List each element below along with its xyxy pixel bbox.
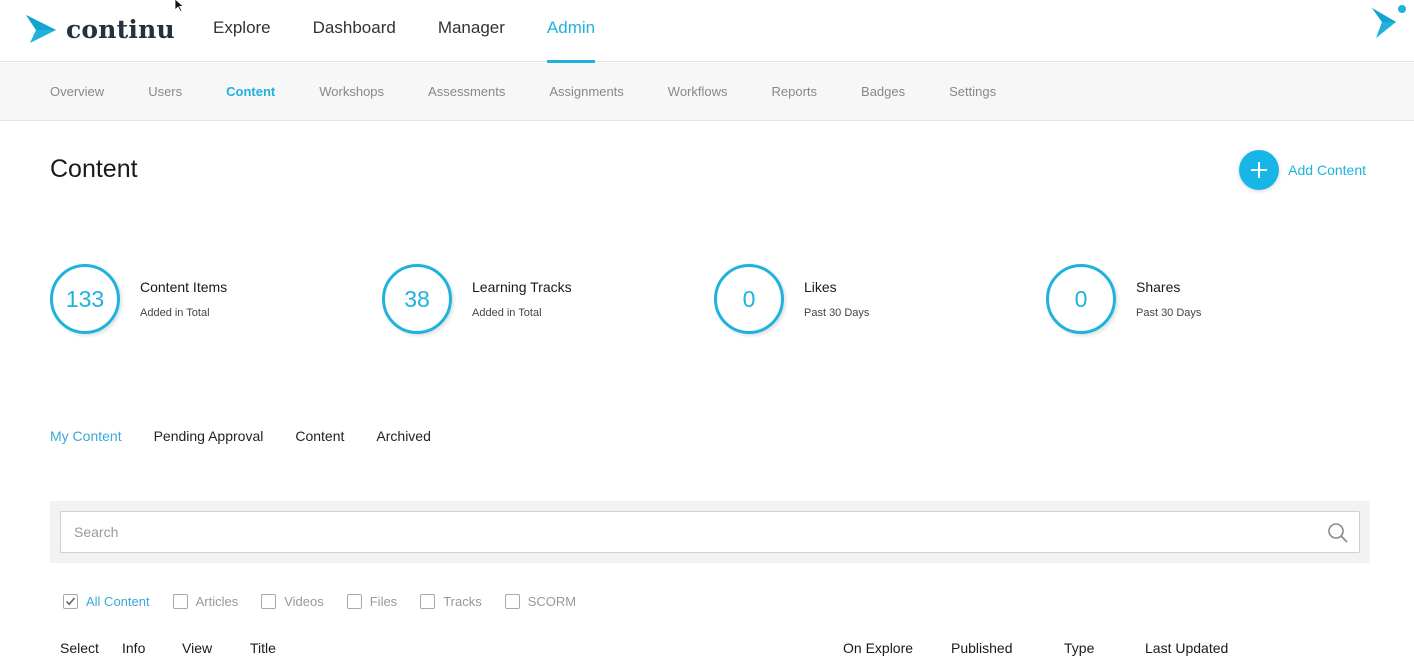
stat-label: Content Items [140, 279, 228, 295]
stat-label: Shares [1136, 279, 1181, 295]
checkbox-icon[interactable] [420, 594, 436, 609]
plus-icon [1239, 150, 1280, 190]
checkbox-icon[interactable] [346, 594, 362, 609]
filter-articles[interactable]: Articles [172, 594, 239, 609]
tab-my-content[interactable]: My Content [50, 428, 122, 444]
tab-pending-approval[interactable]: Pending Approval [154, 428, 264, 444]
subnav-settings[interactable]: Settings [949, 84, 996, 99]
nav-admin[interactable]: Admin [546, 0, 596, 63]
stat-label: Learning Tracks [472, 279, 572, 295]
stat-sublabel: Past 30 Days [1136, 307, 1202, 319]
filter-label: Videos [284, 594, 324, 609]
stat-value-circle: 0 [714, 264, 784, 334]
subnav-assignments[interactable]: Assignments [549, 84, 623, 99]
search-input[interactable] [61, 512, 1311, 552]
top-navbar: continu Explore Dashboard Manager Admin [0, 0, 1414, 63]
subnav-users[interactable]: Users [148, 84, 182, 99]
subnav-assessments[interactable]: Assessments [428, 84, 505, 99]
stat-content-items: 133 Content Items Added in Total [50, 264, 227, 334]
content-table-header: Select Info View Title On Explore Publis… [60, 640, 1360, 660]
stat-sublabel: Past 30 Days [804, 307, 870, 319]
column-header-type[interactable]: Type [1064, 640, 1094, 656]
filter-scorm[interactable]: SCORM [504, 594, 577, 609]
subnav-workshops[interactable]: Workshops [319, 84, 384, 99]
page-title: Content [50, 155, 138, 183]
add-content-button[interactable]: Add Content [1239, 150, 1366, 190]
admin-subnav: Overview Users Content Workshops Assessm… [0, 63, 1414, 121]
subnav-overview[interactable]: Overview [50, 84, 104, 99]
filter-label: Articles [195, 594, 239, 609]
checkbox-icon[interactable] [504, 594, 520, 609]
subnav-workflows[interactable]: Workflows [668, 84, 728, 99]
stat-shares: 0 Shares Past 30 Days [1046, 264, 1201, 334]
continu-arrow-icon [26, 15, 56, 43]
nav-explore[interactable]: Explore [213, 0, 271, 62]
search-bar-container [50, 501, 1370, 563]
brand-name: continu [66, 14, 175, 44]
filter-label: SCORM [527, 594, 577, 609]
stat-value-circle: 38 [382, 264, 452, 334]
user-menu-logo-icon[interactable] [1370, 2, 1410, 47]
main-nav: Explore Dashboard Manager Admin [213, 0, 637, 63]
filter-label: Files [369, 594, 398, 609]
filter-label: All Content [86, 594, 150, 609]
filter-files[interactable]: Files [346, 594, 398, 609]
column-header-select[interactable]: Select [60, 640, 99, 656]
filter-all-content[interactable]: All Content [63, 594, 150, 609]
subnav-badges[interactable]: Badges [861, 84, 905, 99]
continu-logo[interactable]: continu [24, 12, 175, 46]
column-header-last-updated[interactable]: Last Updated [1145, 640, 1228, 656]
stats-row: 133 Content Items Added in Total 38 Lear… [50, 264, 1380, 336]
nav-manager[interactable]: Manager [438, 0, 505, 62]
stat-learning-tracks: 38 Learning Tracks Added in Total [382, 264, 572, 334]
tab-content[interactable]: Content [295, 428, 344, 444]
subnav-reports[interactable]: Reports [772, 84, 818, 99]
subnav-content[interactable]: Content [226, 84, 275, 99]
tab-archived[interactable]: Archived [376, 428, 430, 444]
search-box [60, 511, 1360, 553]
content-tabs: My Content Pending Approval Content Arch… [50, 428, 463, 444]
content-type-filters: All Content Articles Videos Files Tracks… [63, 594, 599, 609]
mouse-cursor-icon [174, 0, 186, 17]
checkbox-icon[interactable] [172, 594, 188, 609]
stat-value-circle: 0 [1046, 264, 1116, 334]
stat-likes: 0 Likes Past 30 Days [714, 264, 869, 334]
checkbox-checked-icon[interactable] [63, 594, 78, 609]
column-header-title[interactable]: Title [250, 640, 276, 656]
filter-tracks[interactable]: Tracks [420, 594, 482, 609]
column-header-view[interactable]: View [182, 640, 212, 656]
nav-dashboard[interactable]: Dashboard [313, 0, 396, 62]
stat-value-circle: 133 [50, 264, 120, 334]
column-header-on-explore[interactable]: On Explore [843, 640, 913, 656]
filter-label: Tracks [443, 594, 482, 609]
add-content-label: Add Content [1288, 162, 1366, 178]
stat-label: Likes [804, 279, 837, 295]
column-header-published[interactable]: Published [951, 640, 1013, 656]
stat-sublabel: Added in Total [140, 307, 210, 319]
filter-videos[interactable]: Videos [261, 594, 324, 609]
stat-sublabel: Added in Total [472, 307, 542, 319]
column-header-info[interactable]: Info [122, 640, 145, 656]
checkbox-icon[interactable] [261, 594, 277, 609]
search-icon[interactable] [1327, 522, 1349, 549]
